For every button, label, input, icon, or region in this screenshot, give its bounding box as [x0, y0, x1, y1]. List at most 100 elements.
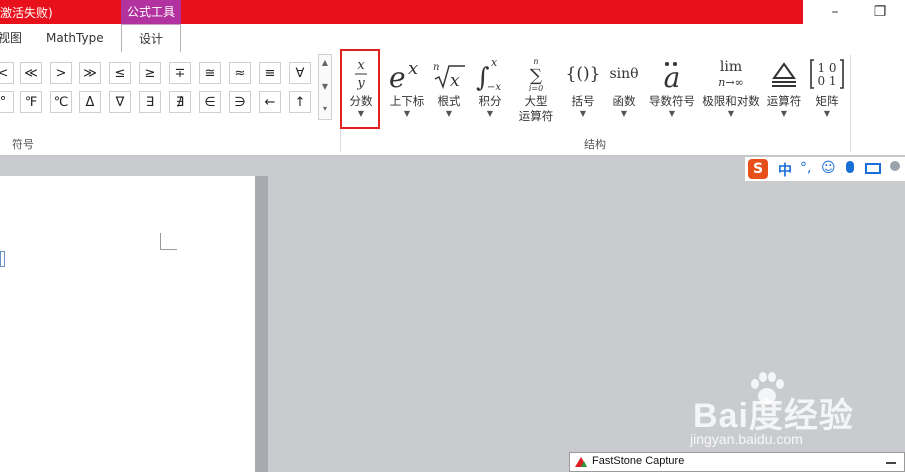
symbol-button[interactable]: ← — [259, 91, 281, 113]
symbol-button[interactable]: ℉ — [20, 91, 42, 113]
keyboard-icon[interactable] — [865, 163, 881, 174]
ime-language-toggle[interactable]: 中 — [778, 160, 792, 180]
group-divider — [850, 55, 851, 152]
svg-text:e: e — [389, 61, 406, 94]
function-label: 函数 — [612, 94, 636, 108]
symbol-button[interactable]: ∋ — [229, 91, 251, 113]
matrix-label: 矩阵 — [815, 94, 839, 108]
bracket-button[interactable]: {()} 括号 ▼ — [565, 54, 601, 132]
scroll-up-icon[interactable]: ▲ — [319, 57, 331, 69]
gallery-more-icon[interactable]: ▾ — [319, 103, 331, 115]
integral-button[interactable]: ∫ x −x 积分 ▼ — [472, 54, 508, 132]
window-controls: – ❐ — [803, 0, 905, 24]
svg-text:1 0: 1 0 — [817, 61, 836, 75]
symbol-button[interactable]: ∀ — [289, 62, 311, 84]
user-icon[interactable] — [890, 161, 900, 171]
baidu-jingyan-watermark: Bai度经验 — [693, 397, 854, 435]
accent-icon: a — [646, 54, 698, 94]
tab-mathtype[interactable]: MathType — [46, 24, 104, 52]
symbol-button[interactable]: ≥ — [139, 62, 161, 84]
symbol-button[interactable]: ≅ — [199, 62, 221, 84]
symbol-button[interactable]: Δ — [79, 91, 101, 113]
sogou-logo-icon[interactable]: S — [748, 159, 768, 179]
gallery-scrollbar[interactable]: ▲ ▼ ▾ — [318, 54, 332, 120]
svg-text:x: x — [450, 71, 460, 91]
svg-text:∑: ∑ — [530, 66, 542, 86]
equation-tools-context-label: 公式工具 — [121, 0, 181, 24]
operator-label: 运算符 — [766, 94, 802, 108]
symbol-button[interactable]: ≤ — [109, 62, 131, 84]
symbol-button[interactable]: ∈ — [199, 91, 221, 113]
chevron-down-icon: ▼ — [823, 109, 831, 118]
symbols-group-label: 符号 — [12, 138, 34, 151]
matrix-button[interactable]: 1 00 1 矩阵 ▼ — [808, 54, 846, 132]
function-icon: sinθ — [609, 66, 639, 82]
symbol-button[interactable]: ↑ — [289, 91, 311, 113]
chevron-down-icon: ▼ — [579, 109, 587, 118]
limit-icon: lim n→∞ — [700, 54, 762, 94]
symbol-button[interactable]: ≈ — [229, 62, 251, 84]
symbol-button[interactable]: ≡ — [259, 62, 281, 84]
svg-text:x: x — [408, 58, 418, 79]
minimize-button[interactable]: – — [825, 4, 845, 20]
limit-log-button[interactable]: lim n→∞ 极限和对数 ▼ — [700, 54, 762, 132]
tab-design[interactable]: 设计 — [121, 24, 181, 53]
symbol-button[interactable]: ℃ — [50, 91, 72, 113]
scroll-down-icon[interactable]: ▼ — [319, 81, 331, 93]
svg-text:i=0: i=0 — [529, 84, 543, 93]
chevron-down-icon: ▼ — [445, 109, 453, 118]
symbol-button[interactable]: > — [50, 62, 72, 84]
svg-text:a: a — [664, 61, 681, 94]
svg-text:n: n — [433, 62, 439, 73]
watermark-url: jingyan.baidu.com — [690, 431, 803, 447]
margin-marker — [160, 233, 177, 250]
chevron-down-icon: ▼ — [486, 109, 494, 118]
svg-text:x: x — [491, 56, 498, 69]
large-operator-button[interactable]: n ∑ i=0 大型 运算符 — [511, 54, 561, 132]
limit-glyph-bottom: n→∞ — [718, 76, 744, 89]
restore-button[interactable]: ❐ — [870, 4, 890, 20]
limit-log-label: 极限和对数 — [702, 94, 760, 108]
svg-text:−x: −x — [487, 82, 501, 93]
chevron-down-icon: ▼ — [620, 109, 628, 118]
script-label: 上下标 — [389, 94, 425, 108]
ime-toolbar: S 中 °, ☺ — [745, 157, 905, 181]
script-icon: ex — [385, 54, 429, 94]
chevron-down-icon: ▼ — [727, 109, 735, 118]
ribbon-tabs: 视图 MathType 设计 — [0, 24, 905, 53]
emoji-icon[interactable]: ☺ — [821, 160, 836, 176]
svg-text:n: n — [533, 57, 538, 66]
symbol-button[interactable]: ° — [0, 91, 14, 113]
faststone-logo-icon — [575, 457, 587, 467]
bracket-label: 括号 — [571, 94, 595, 108]
ime-punctuation-toggle[interactable]: °, — [800, 160, 811, 176]
minimize-icon[interactable] — [886, 462, 896, 464]
script-button[interactable]: ex 上下标 ▼ — [385, 54, 429, 132]
fraction-highlight-box — [340, 49, 380, 129]
tab-view[interactable]: 视图 — [0, 24, 22, 52]
symbol-button[interactable]: ∇ — [109, 91, 131, 113]
radical-label: 根式 — [437, 94, 461, 108]
document-page[interactable] — [0, 176, 255, 472]
accent-label: 导数符号 — [649, 94, 695, 108]
radical-button[interactable]: nx 根式 ▼ — [431, 54, 467, 132]
faststone-capture-window[interactable]: FastStone Capture — [569, 452, 905, 472]
symbol-button[interactable]: ≫ — [79, 62, 101, 84]
bracket-icon: {()} — [565, 64, 601, 84]
large-operator-label: 大型 — [524, 94, 548, 108]
operator-button[interactable]: 运算符 ▼ — [764, 54, 804, 132]
integral-icon: ∫ x −x — [472, 54, 508, 94]
structures-group-label: 结构 — [584, 138, 606, 151]
symbol-button[interactable]: ∓ — [169, 62, 191, 84]
symbol-button[interactable]: < — [0, 62, 14, 84]
symbol-button[interactable]: ≪ — [20, 62, 42, 84]
symbol-button[interactable]: ∃ — [139, 91, 161, 113]
microphone-icon[interactable] — [846, 161, 854, 173]
window-title: 激活失败) — [0, 6, 53, 20]
equation-placeholder[interactable] — [0, 251, 5, 267]
function-button[interactable]: sinθ 函数 ▼ — [605, 54, 643, 132]
integral-label: 积分 — [478, 94, 502, 108]
accent-button[interactable]: a 导数符号 ▼ — [646, 54, 698, 132]
symbol-button[interactable]: ∄ — [169, 91, 191, 113]
page-shadow — [255, 176, 268, 472]
